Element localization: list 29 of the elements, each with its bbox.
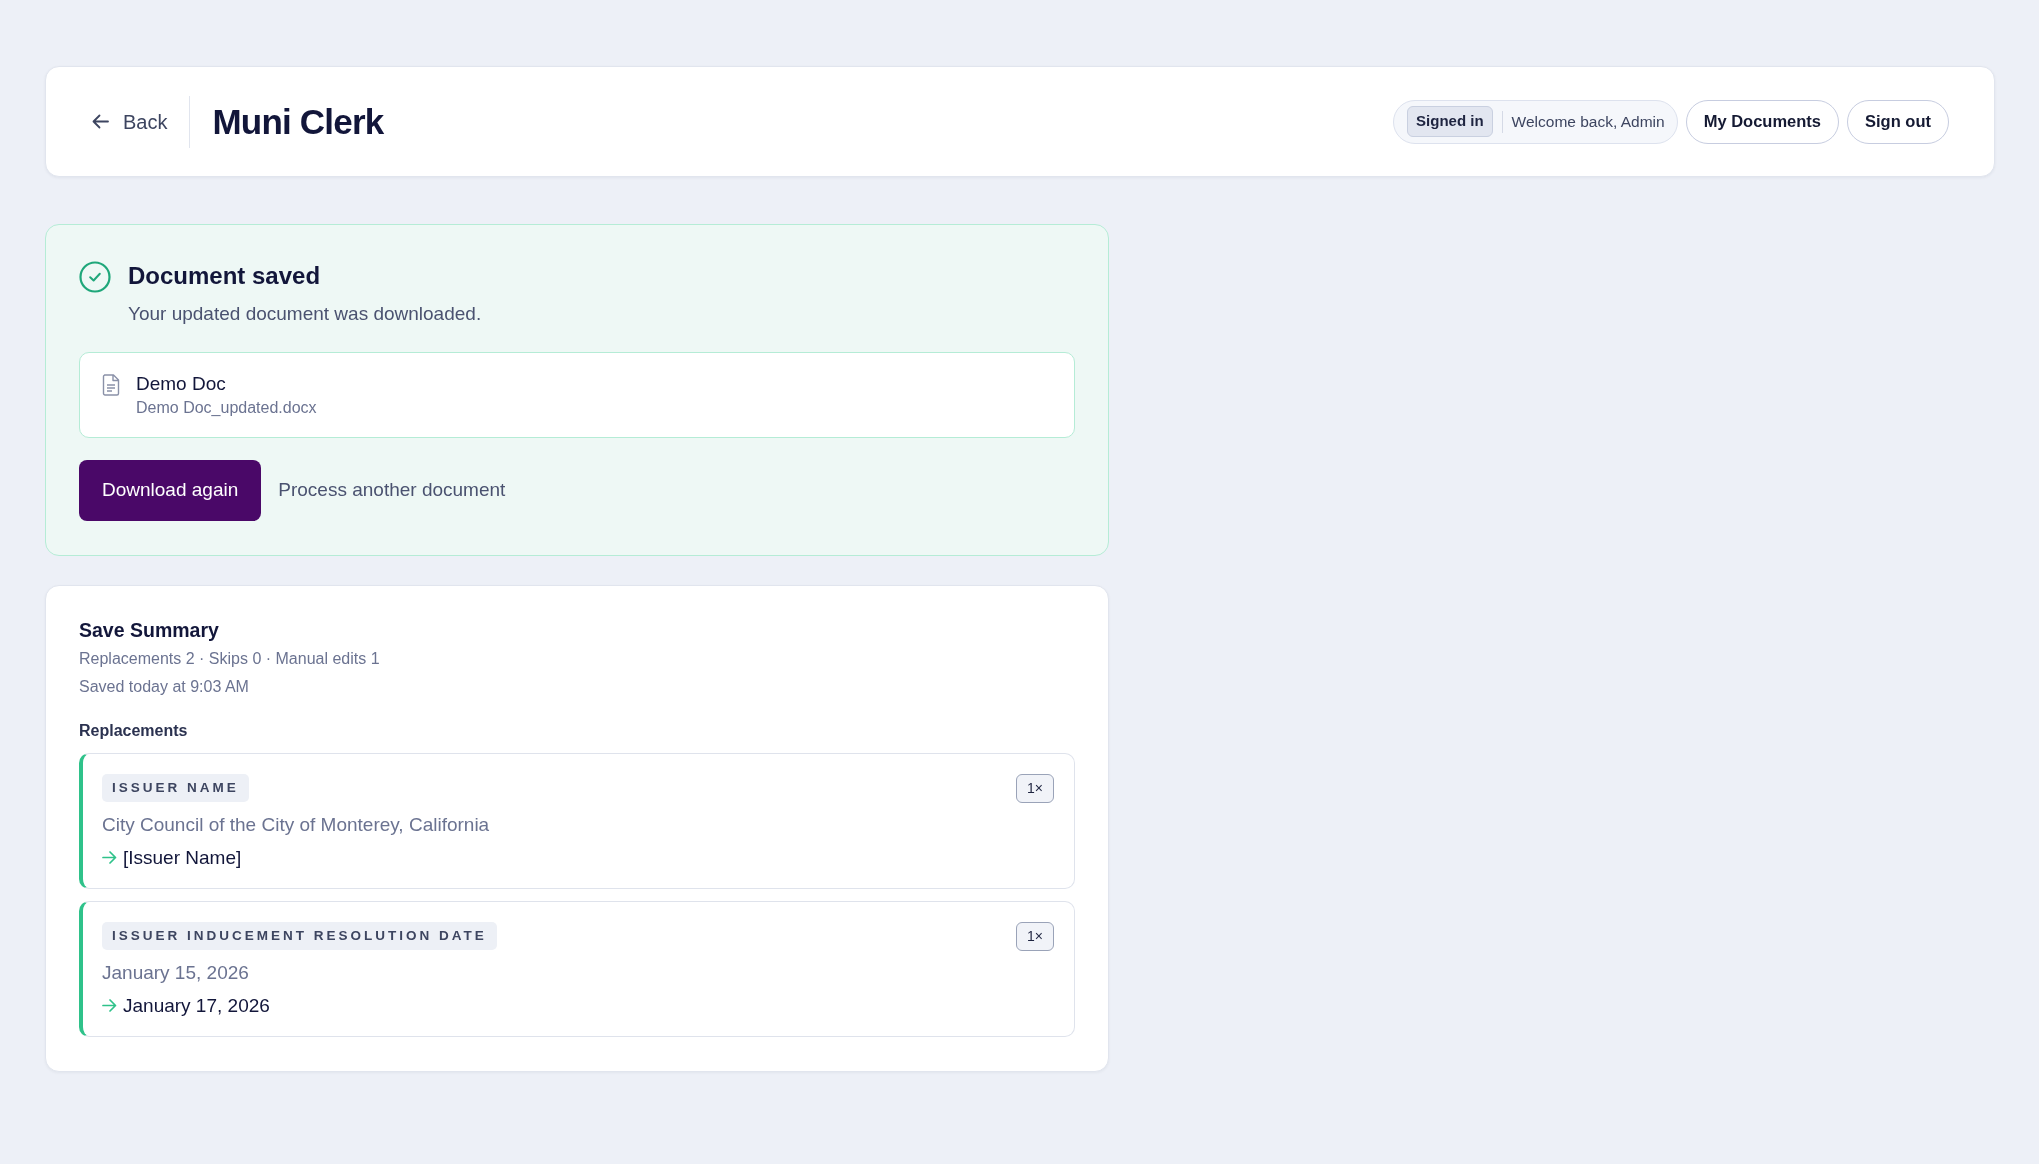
document-icon — [102, 373, 120, 396]
back-link[interactable]: Back — [92, 106, 168, 137]
section-heading: Replacements — [79, 720, 189, 741]
status-badge: Signed in — [1407, 106, 1493, 137]
arrow-left-icon — [92, 114, 109, 129]
app-title: Muni Clerk — [212, 100, 384, 143]
count-badge: 1× — [1016, 773, 1054, 803]
check-circle-icon — [79, 261, 111, 293]
count-badge: 1× — [1016, 921, 1054, 951]
saved-time: Saved today at 9:03 AM — [79, 676, 250, 697]
replacement-text: January 17, 2026 — [123, 993, 270, 1018]
original-text: City Council of the City of Monterey, California — [102, 812, 491, 837]
download-button[interactable]: Download again — [79, 459, 262, 521]
arrow-right-icon — [102, 851, 117, 864]
field-tag: ISSUER INDUCEMENT RESOLUTION DATE — [102, 921, 497, 950]
header-button[interactable]: Sign out — [1847, 99, 1949, 144]
replacement-text: [Issuer Name] — [123, 845, 242, 870]
field-tag: ISSUER NAME — [102, 773, 249, 802]
original-text: January 15, 2026 — [102, 960, 250, 985]
welcome-text: Welcome back, Admin — [1511, 111, 1665, 132]
arrow-right-icon — [102, 999, 117, 1012]
file-filename: Demo Doc_updated.docx — [136, 397, 317, 418]
summary-stats: Replacements 2 · Skips 0 · Manual edits 1 — [79, 648, 381, 669]
notice-title: Document saved — [128, 261, 322, 291]
notice-message: Your updated document was downloaded. — [128, 302, 482, 326]
process-link[interactable]: Process another document — [278, 475, 506, 505]
file-name: Demo Doc — [136, 371, 227, 396]
header-button[interactable]: My Documents — [1685, 99, 1839, 144]
summary-title: Save Summary — [79, 617, 220, 642]
